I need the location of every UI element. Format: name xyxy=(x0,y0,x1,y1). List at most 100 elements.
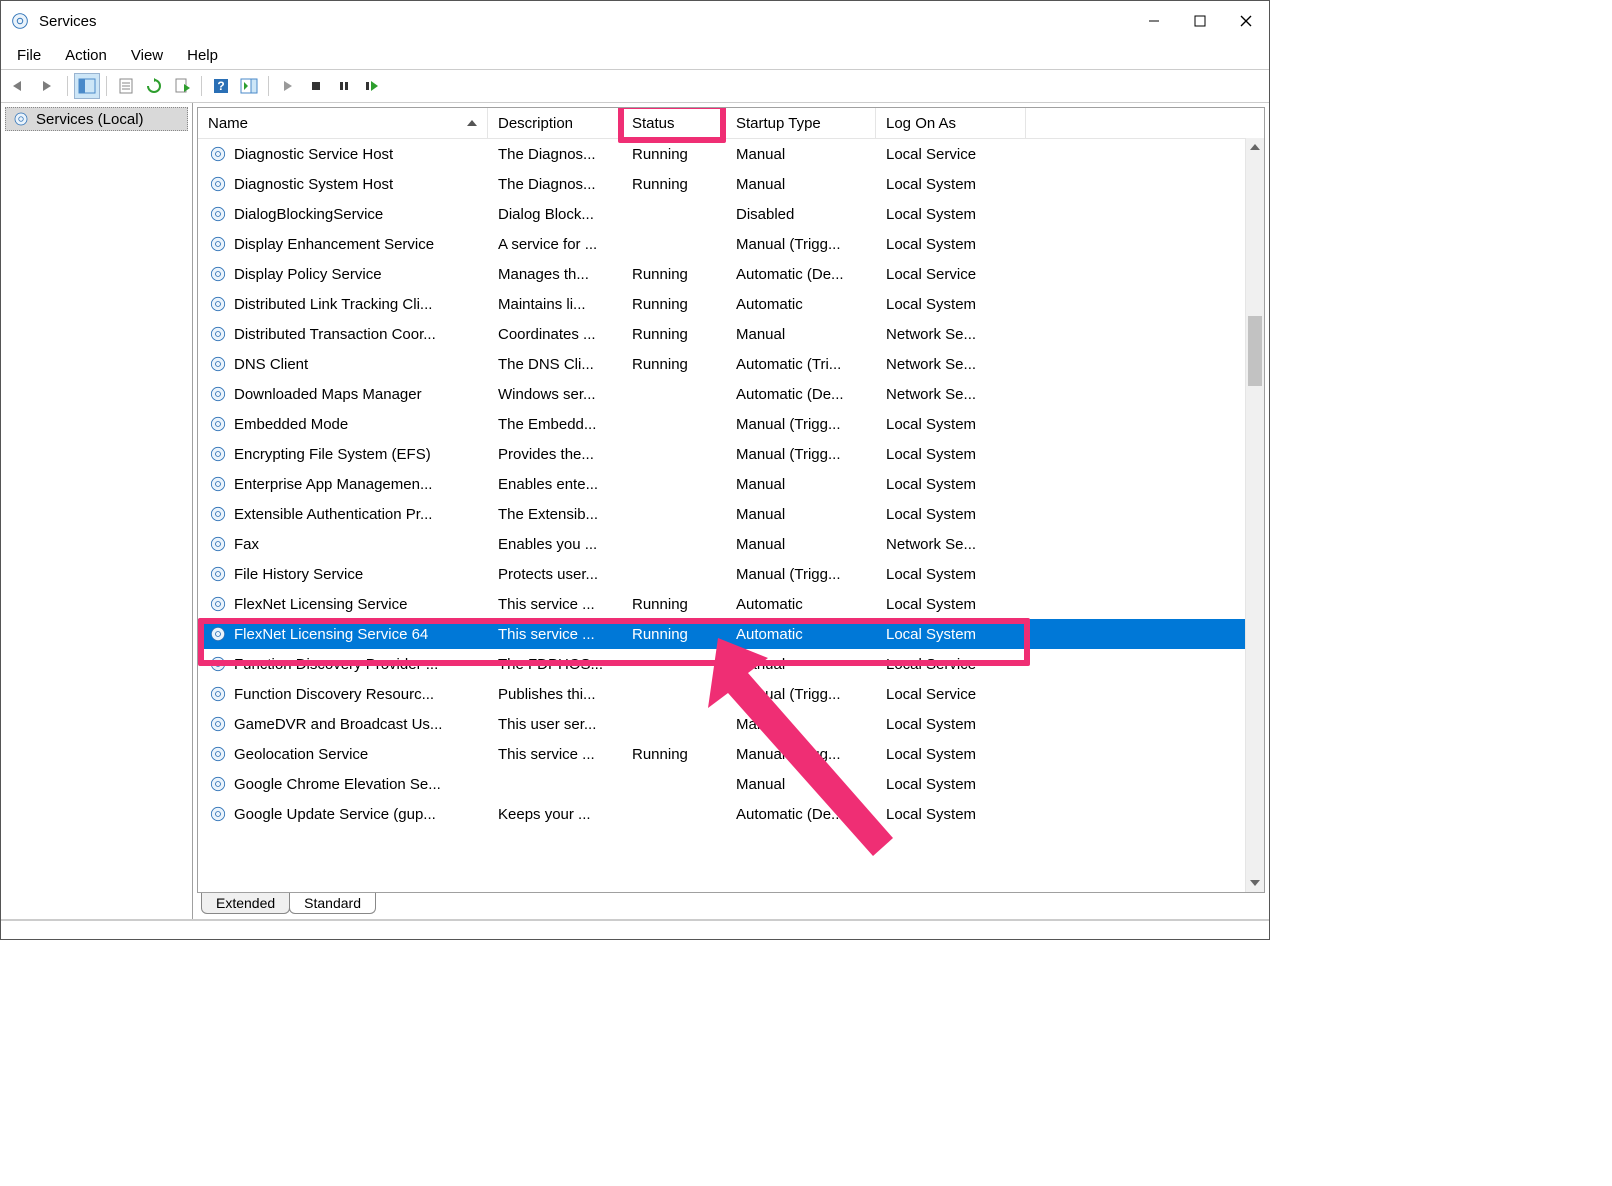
nav-forward-button[interactable] xyxy=(35,73,61,99)
service-row[interactable]: Enterprise App Managemen...Enables ente.… xyxy=(198,469,1264,499)
maximize-button[interactable] xyxy=(1177,5,1223,37)
statusbar xyxy=(1,920,1269,943)
cell-startup: Manual xyxy=(726,326,876,343)
service-row[interactable]: Google Chrome Elevation Se...ManualLocal… xyxy=(198,769,1264,799)
restart-service-button[interactable] xyxy=(359,73,385,99)
properties-button[interactable] xyxy=(113,73,139,99)
cell-logon: Local System xyxy=(876,476,1026,493)
pause-service-button[interactable] xyxy=(331,73,357,99)
service-row[interactable]: FlexNet Licensing Service 64This service… xyxy=(198,619,1264,649)
tab-standard[interactable]: Standard xyxy=(289,893,376,914)
cell-name: Enterprise App Managemen... xyxy=(198,474,488,494)
close-button[interactable] xyxy=(1223,5,1269,37)
cell-logon: Local System xyxy=(876,206,1026,223)
service-row[interactable]: Function Discovery Resourc...Publishes t… xyxy=(198,679,1264,709)
cell-logon: Local System xyxy=(876,626,1026,643)
service-row[interactable]: Distributed Transaction Coor...Coordinat… xyxy=(198,319,1264,349)
service-row[interactable]: Function Discovery Provider ...The FDPHO… xyxy=(198,649,1264,679)
cell-logon: Local Service xyxy=(876,686,1026,703)
tree-root-services-local[interactable]: Services (Local) xyxy=(5,107,188,131)
cell-description: The Diagnos... xyxy=(488,176,622,193)
console-tree: Services (Local) xyxy=(1,103,193,919)
export-list-button[interactable] xyxy=(169,73,195,99)
cell-name: Display Enhancement Service xyxy=(198,234,488,254)
col-name[interactable]: Name xyxy=(198,108,488,138)
cell-startup: Manual xyxy=(726,506,876,523)
cell-startup: Manual (Trigg... xyxy=(726,746,876,763)
cell-startup: Manual xyxy=(726,476,876,493)
start-service-button[interactable] xyxy=(275,73,301,99)
service-row[interactable]: File History ServiceProtects user...Manu… xyxy=(198,559,1264,589)
nav-back-button[interactable] xyxy=(7,73,33,99)
stop-service-button[interactable] xyxy=(303,73,329,99)
service-row[interactable]: Diagnostic System HostThe Diagnos...Runn… xyxy=(198,169,1264,199)
cell-name: FlexNet Licensing Service 64 xyxy=(198,624,488,644)
cell-description: This user ser... xyxy=(488,716,622,733)
cell-logon: Network Se... xyxy=(876,536,1026,553)
service-row[interactable]: Display Enhancement ServiceA service for… xyxy=(198,229,1264,259)
cell-logon: Local System xyxy=(876,806,1026,823)
vertical-scrollbar[interactable] xyxy=(1245,138,1264,892)
cell-startup: Automatic xyxy=(726,296,876,313)
cell-description: This service ... xyxy=(488,626,622,643)
scroll-down-button[interactable] xyxy=(1246,874,1264,892)
cell-startup: Automatic xyxy=(726,626,876,643)
service-row[interactable]: Embedded ModeThe Embedd...Manual (Trigg.… xyxy=(198,409,1264,439)
service-row[interactable]: Downloaded Maps ManagerWindows ser...Aut… xyxy=(198,379,1264,409)
cell-logon: Network Se... xyxy=(876,356,1026,373)
service-row[interactable]: Encrypting File System (EFS)Provides the… xyxy=(198,439,1264,469)
app-icon xyxy=(9,10,31,32)
cell-startup: Disabled xyxy=(726,206,876,223)
cell-description: Protects user... xyxy=(488,566,622,583)
tab-extended[interactable]: Extended xyxy=(201,893,290,914)
menu-action[interactable]: Action xyxy=(53,45,119,66)
col-logon[interactable]: Log On As xyxy=(876,108,1026,138)
service-row[interactable]: FlexNet Licensing ServiceThis service ..… xyxy=(198,589,1264,619)
cell-logon: Local Service xyxy=(876,266,1026,283)
cell-startup: Automatic xyxy=(726,596,876,613)
cell-name: Fax xyxy=(198,534,488,554)
service-row[interactable]: GameDVR and Broadcast Us...This user ser… xyxy=(198,709,1264,739)
cell-logon: Local Service xyxy=(876,146,1026,163)
minimize-button[interactable] xyxy=(1131,5,1177,37)
column-headers: Name Description Status Startup Type Log… xyxy=(198,108,1264,139)
menu-help[interactable]: Help xyxy=(175,45,230,66)
cell-name: File History Service xyxy=(198,564,488,584)
service-row[interactable]: DialogBlockingServiceDialog Block...Disa… xyxy=(198,199,1264,229)
scroll-thumb[interactable] xyxy=(1248,316,1262,386)
cell-logon: Network Se... xyxy=(876,326,1026,343)
cell-logon: Local System xyxy=(876,746,1026,763)
service-row[interactable]: Diagnostic Service HostThe Diagnos...Run… xyxy=(198,139,1264,169)
service-row[interactable]: FaxEnables you ...ManualNetwork Se... xyxy=(198,529,1264,559)
menu-view[interactable]: View xyxy=(119,45,175,66)
cell-status: Running xyxy=(622,296,726,313)
cell-description: The FDPHOS... xyxy=(488,656,622,673)
service-row[interactable]: Geolocation ServiceThis service ...Runni… xyxy=(198,739,1264,769)
cell-name: GameDVR and Broadcast Us... xyxy=(198,714,488,734)
menubar: File Action View Help xyxy=(1,41,1269,69)
service-row[interactable]: Google Update Service (gup...Keeps your … xyxy=(198,799,1264,829)
show-hide-tree-button[interactable] xyxy=(74,73,100,99)
menu-file[interactable]: File xyxy=(5,45,53,66)
cell-logon: Network Se... xyxy=(876,386,1026,403)
cell-logon: Local System xyxy=(876,416,1026,433)
service-row[interactable]: Display Policy ServiceManages th...Runni… xyxy=(198,259,1264,289)
service-list: Name Description Status Startup Type Log… xyxy=(197,107,1265,893)
cell-name: DNS Client xyxy=(198,354,488,374)
col-startup[interactable]: Startup Type xyxy=(726,108,876,138)
cell-status: Running xyxy=(622,356,726,373)
cell-logon: Local System xyxy=(876,776,1026,793)
cell-status: Running xyxy=(622,746,726,763)
cell-startup: Manual (Trigg... xyxy=(726,686,876,703)
cell-startup: Manual (Trigg... xyxy=(726,416,876,433)
col-description[interactable]: Description xyxy=(488,108,622,138)
scroll-up-button[interactable] xyxy=(1246,138,1264,156)
help-button[interactable]: ? xyxy=(208,73,234,99)
col-status[interactable]: Status xyxy=(622,108,726,138)
cell-name: Diagnostic Service Host xyxy=(198,144,488,164)
service-row[interactable]: Distributed Link Tracking Cli...Maintain… xyxy=(198,289,1264,319)
show-hide-action-pane-button[interactable] xyxy=(236,73,262,99)
service-row[interactable]: Extensible Authentication Pr...The Exten… xyxy=(198,499,1264,529)
service-row[interactable]: DNS ClientThe DNS Cli...RunningAutomatic… xyxy=(198,349,1264,379)
refresh-button[interactable] xyxy=(141,73,167,99)
